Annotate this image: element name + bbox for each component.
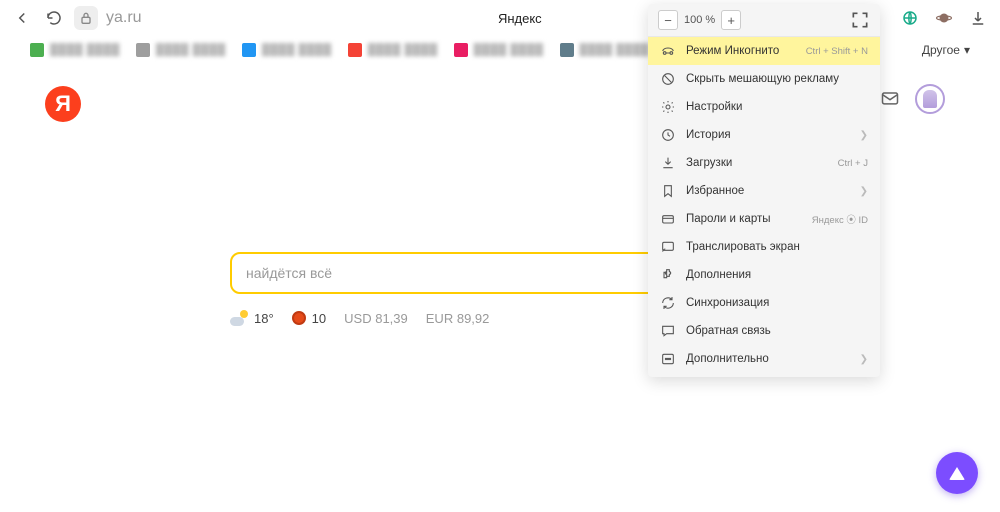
usd-rate[interactable]: USD 81,39 [344,311,408,326]
sync-icon [660,295,676,311]
menu-item-label: Скрыть мешающую рекламу [686,73,868,85]
clock-icon [660,127,676,143]
back-button[interactable] [10,6,34,30]
menu-item-sync[interactable]: Синхронизация [648,289,880,317]
menu-item-label: Дополнения [686,269,868,281]
more-icon [660,351,676,367]
page-title: Яндекс [460,11,580,26]
menu-item-label: Режим Инкогнито [686,45,796,57]
chevron-right-icon: ❯ [860,130,868,141]
menu-item-cast[interactable]: Транслировать экран [648,233,880,261]
menu-item-hint: Яндекс ⦿ ID [812,212,868,226]
reload-button[interactable] [42,6,66,30]
menu-item-download[interactable]: Загрузки Ctrl + J [648,149,880,177]
menu-item-gear[interactable]: Настройки [648,93,880,121]
traffic-icon [292,311,306,325]
puzzle-icon [660,267,676,283]
menu-item-cards[interactable]: Пароли и карты Яндекс ⦿ ID [648,205,880,233]
bookmark-item[interactable]: ████ ████ [242,43,332,57]
alice-assistant-button[interactable] [936,452,978,494]
chat-icon [660,323,676,339]
menu-item-label: Синхронизация [686,297,868,309]
menu-item-label: Настройки [686,101,868,113]
bookmark-item[interactable]: ████ ████ [136,43,226,57]
menu-item-label: Пароли и карты [686,213,802,225]
chevron-right-icon: ❯ [860,186,868,197]
menu-item-puzzle[interactable]: Дополнения [648,261,880,289]
weather-icon [230,310,248,326]
menu-item-label: Дополнительно [686,353,850,365]
bookmark-icon [660,183,676,199]
menu-item-clock[interactable]: История ❯ [648,121,880,149]
eur-rate[interactable]: EUR 89,92 [426,311,490,326]
menu-item-more[interactable]: Дополнительно ❯ [648,345,880,373]
cast-icon [660,239,676,255]
chevron-down-icon: ▾ [964,43,970,57]
menu-item-incognito[interactable]: Режим Инкогнито Ctrl + Shift + N [648,37,880,65]
avatar[interactable] [915,84,945,114]
weather-widget[interactable]: 18° [230,310,274,326]
yandex-logo[interactable]: Я [45,86,81,122]
site-lock-icon[interactable] [74,6,98,30]
chevron-right-icon: ❯ [860,354,868,365]
traffic-level: 10 [312,311,326,326]
address-url[interactable]: ya.ru [106,9,142,27]
menu-item-label: Обратная связь [686,325,868,337]
block-icon [660,71,676,87]
menu-item-label: Загрузки [686,157,828,169]
zoom-level: 100 % [684,14,715,26]
bookmark-item[interactable]: ████ ████ [348,43,438,57]
menu-zoom-row: − 100 % + [648,4,880,37]
mail-icon[interactable] [880,88,900,108]
weather-temp: 18° [254,311,274,326]
gear-icon [660,99,676,115]
menu-item-bookmark[interactable]: Избранное ❯ [648,177,880,205]
bookmark-item[interactable]: ████ ████ [560,43,650,57]
translate-icon[interactable] [898,6,922,30]
cards-icon [660,211,676,227]
menu-item-block[interactable]: Скрыть мешающую рекламу [648,65,880,93]
incognito-icon [660,43,676,59]
bookmark-item[interactable]: ████ ████ [30,43,120,57]
menu-item-label: Транслировать экран [686,241,868,253]
zoom-out-button[interactable]: − [658,10,678,30]
traffic-widget[interactable]: 10 [292,311,326,326]
menu-item-label: История [686,129,850,141]
browser-menu: − 100 % + Режим Инкогнито Ctrl + Shift + … [648,4,880,377]
planet-icon[interactable] [932,6,956,30]
fullscreen-button[interactable] [850,10,870,30]
zoom-in-button[interactable]: + [721,10,741,30]
menu-item-hint: Ctrl + Shift + N [806,46,868,57]
menu-item-label: Избранное [686,185,850,197]
alice-icon [949,467,965,480]
menu-item-chat[interactable]: Обратная связь [648,317,880,345]
downloads-icon[interactable] [966,6,990,30]
bookmark-item[interactable]: ████ ████ [454,43,544,57]
bookmarks-other[interactable]: Другое▾ [922,43,970,57]
download-icon [660,155,676,171]
menu-item-hint: Ctrl + J [838,158,868,169]
